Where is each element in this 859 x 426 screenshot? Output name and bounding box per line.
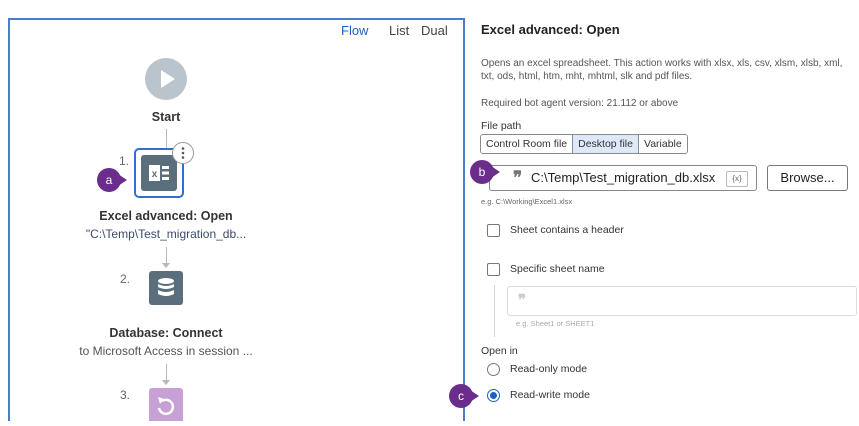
specific-sheet-checkbox[interactable] [487,263,500,276]
excel-open-title: Excel advanced: Open [99,209,233,223]
insert-variable-icon[interactable]: {x} [726,171,748,187]
excel-open-subtitle: "C:\Temp\Test_migration_db... [85,227,247,241]
read-only-radio[interactable] [487,363,500,376]
start-node-label: Start [151,110,181,124]
tab-flow[interactable]: Flow [341,23,368,38]
start-node[interactable] [145,58,187,100]
file-path-input[interactable]: ❞ C:\Temp\Test_migration_db.xlsx {x} [489,165,757,191]
connector [166,247,167,264]
sheet-name-hint: e.g. Sheet1 or SHEET1 [516,319,595,328]
sheet-header-checkbox[interactable] [487,224,500,237]
browse-button[interactable]: Browse... [767,165,848,191]
tab-control-room-file[interactable]: Control Room file [481,135,574,153]
loop-node[interactable] [149,388,183,421]
read-only-label: Read-only mode [510,363,588,375]
action-description: Opens an excel spreadsheet. This action … [481,58,843,82]
open-in-label: Open in [481,345,518,357]
file-path-label: File path [481,120,522,132]
arrow-down-icon [162,263,170,268]
database-connect-subtitle: to Microsoft Access in session ... [79,344,253,358]
read-write-label: Read-write mode [510,389,590,401]
play-icon [161,70,175,88]
step-number: 2. [120,272,131,286]
svg-text:x: x [152,169,158,180]
connector [166,364,167,381]
loop-icon [157,397,175,416]
quote-icon: ❞ [518,292,527,309]
required-version: Required bot agent version: 21.112 or ab… [481,98,679,109]
action-title: Excel advanced: Open [481,22,620,37]
quote-icon: ❞ [513,168,523,187]
file-path-hint: e.g. C:\Working\Excel1.xlsx [481,197,573,206]
sheet-header-label: Sheet contains a header [510,224,624,236]
node-more-button[interactable] [172,142,194,164]
callout-a-pointer [118,174,127,186]
indent-guide [494,285,495,337]
step-number: 1. [119,154,130,168]
file-source-selector: Control Room file Desktop file Variable [480,134,688,154]
specific-sheet-label: Specific sheet name [510,263,605,275]
tab-desktop-file[interactable]: Desktop file [573,135,639,153]
callout-b-pointer [491,166,500,178]
more-vertical-icon [181,147,185,159]
read-write-radio[interactable] [487,389,500,402]
tab-list[interactable]: List [389,23,409,38]
tab-dual[interactable]: Dual [421,23,448,38]
file-path-value: C:\Temp\Test_migration_db.xlsx [531,170,716,185]
step-number: 3. [120,388,131,402]
arrow-down-icon [162,380,170,385]
tab-variable[interactable]: Variable [638,135,687,153]
callout-c-pointer [470,390,479,402]
database-icon [158,278,174,296]
database-connect-title: Database: Connect [109,326,223,340]
excel-icon: x [141,155,177,191]
sheet-name-input[interactable]: ❞ [507,286,857,316]
database-connect-node[interactable] [149,271,183,305]
